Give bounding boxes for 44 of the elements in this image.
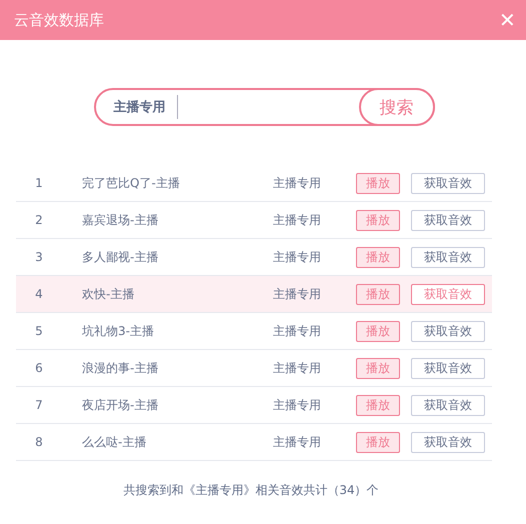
table-row[interactable]: 7 夜店开场-主播 主播专用 播放 获取音效 xyxy=(16,387,492,424)
sound-name: 坑礼物3-主播 xyxy=(82,322,155,340)
get-sound-button[interactable]: 获取音效 xyxy=(411,432,485,452)
search-category: 主播专用 xyxy=(112,98,166,116)
sound-category: 主播专用 xyxy=(273,248,322,266)
search-field[interactable]: 主播专用 搜索 xyxy=(94,88,434,126)
get-sound-button[interactable]: 获取音效 xyxy=(411,172,485,194)
sound-name: 嘉宾退场-主播 xyxy=(82,212,160,228)
get-sound-button[interactable]: 获取音效 xyxy=(411,394,485,416)
search-button[interactable]: 搜索 xyxy=(358,88,434,126)
row-number: 6 xyxy=(34,361,44,375)
sound-category: 主播专用 xyxy=(273,396,322,414)
sound-name: 多人鄙视-主播 xyxy=(82,248,160,266)
table-row[interactable]: 8 么么哒-主播 主播专用 播放 获取音效 xyxy=(16,424,492,461)
sound-category: 主播专用 xyxy=(273,286,322,302)
get-sound-button[interactable]: 获取音效 xyxy=(411,246,485,268)
sound-name: 浪漫的事-主播 xyxy=(82,360,160,376)
sound-name: 夜店开场-主播 xyxy=(82,396,160,414)
sound-category: 主播专用 xyxy=(273,360,322,376)
sound-name: 么么哒-主播 xyxy=(82,434,148,450)
row-number: 4 xyxy=(34,287,44,301)
row-number: 3 xyxy=(34,250,44,264)
get-sound-button[interactable]: 获取音效 xyxy=(411,284,485,304)
table-row[interactable]: 4 欢快-主播 主播专用 播放 获取音效 xyxy=(16,276,492,313)
result-count: 共搜索到和《主播专用》相关音效共计（34）个 xyxy=(122,482,380,499)
row-number: 2 xyxy=(34,213,44,227)
sound-category: 主播专用 xyxy=(273,174,322,192)
table-row[interactable]: 2 嘉宾退场-主播 主播专用 播放 获取音效 xyxy=(16,202,492,239)
sound-category: 主播专用 xyxy=(273,322,322,340)
sound-name: 欢快-主播 xyxy=(82,286,136,302)
table-row[interactable]: 6 浪漫的事-主播 主播专用 播放 获取音效 xyxy=(16,350,492,387)
get-sound-button[interactable]: 获取音效 xyxy=(411,210,485,230)
window-title: 云音效数据库 xyxy=(14,10,104,30)
table-row[interactable]: 5 坑礼物3-主播 主播专用 播放 获取音效 xyxy=(16,313,492,350)
sound-category: 主播专用 xyxy=(273,434,322,450)
row-number: 8 xyxy=(34,435,44,449)
get-sound-button[interactable]: 获取音效 xyxy=(411,358,485,378)
row-number: 7 xyxy=(34,398,44,412)
row-number: 1 xyxy=(34,176,44,190)
row-number: 5 xyxy=(34,324,44,338)
get-sound-button[interactable]: 获取音效 xyxy=(411,320,485,342)
sound-category: 主播专用 xyxy=(273,212,322,228)
table-row[interactable]: 1 完了芭比Q了-主播 主播专用 播放 获取音效 xyxy=(16,165,492,202)
sound-name: 完了芭比Q了-主播 xyxy=(82,174,181,192)
